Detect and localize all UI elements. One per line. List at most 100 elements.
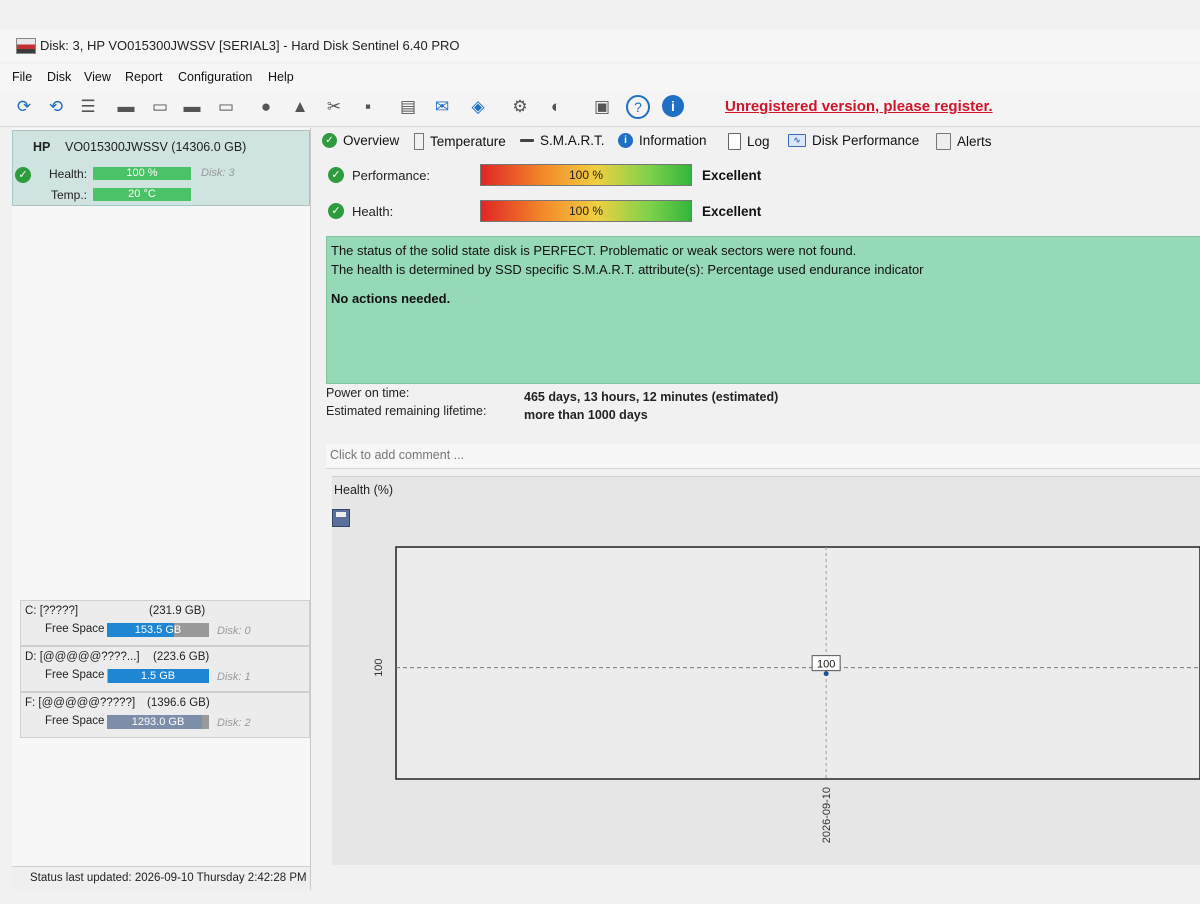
tab-disk-performance[interactable]: ∿ Disk Performance: [788, 133, 919, 148]
tab-information[interactable]: i Information: [618, 133, 707, 148]
partition-d[interactable]: D: [@@@@@????...] (223.6 GB) Free Space …: [20, 646, 310, 692]
partition-name: D: [@@@@@????...]: [25, 651, 140, 663]
power-on-label: Power on time:: [326, 386, 410, 400]
health-meter: 100 %: [480, 200, 692, 222]
thermometer-icon: [414, 133, 424, 150]
partition-disk-ref: Disk: 0: [217, 625, 251, 637]
plot-frame: [395, 546, 1200, 780]
x-tick-label: 2026-09-10: [821, 787, 833, 843]
menu-file[interactable]: File: [12, 70, 32, 84]
document-icon: [728, 133, 741, 150]
drive-icon[interactable]: ▬: [114, 95, 138, 119]
performance-meter: 100 %: [480, 164, 692, 186]
free-space-label: Free Space: [45, 623, 105, 635]
refresh-icon[interactable]: ⟳: [12, 95, 36, 119]
chart-icon: ∿: [788, 134, 806, 147]
partition-disk-ref: Disk: 1: [217, 671, 251, 683]
partition-name: C: [?????]: [25, 605, 79, 617]
comment-field[interactable]: Click to add comment ...: [326, 444, 1200, 469]
disk-list-pane: HP VO015300JWSSV (14306.0 GB) ✓ Health: …: [12, 128, 311, 890]
health-chart: 100 2026-09-10 100: [373, 546, 1200, 843]
partition-size: (223.6 GB): [153, 651, 210, 663]
title-bar: Disk: 3, HP VO015300JWSSV [SERIAL3] - Ha…: [0, 30, 1200, 62]
list-icon[interactable]: ☰: [76, 95, 100, 119]
status-line: The health is determined by SSD specific…: [331, 262, 924, 277]
performance-label: Performance:: [352, 168, 431, 183]
health-check-icon: ✓: [15, 167, 31, 183]
health-label: Health:: [49, 167, 88, 181]
minus-icon: [520, 139, 534, 142]
clipboard-icon: [936, 133, 951, 150]
tab-alerts[interactable]: Alerts: [936, 133, 992, 150]
register-link[interactable]: Unregistered version, please register.: [725, 98, 993, 115]
report-icon[interactable]: ▤: [396, 95, 420, 119]
data-label: 100: [817, 659, 835, 671]
free-space-label: Free Space: [45, 669, 105, 681]
status-line: The status of the solid state disk is PE…: [331, 243, 857, 258]
actions-text: No actions needed.: [331, 291, 451, 306]
tab-log[interactable]: Log: [728, 133, 770, 150]
check-icon: ✓: [322, 133, 337, 148]
gear-icon[interactable]: ⚙: [508, 95, 532, 119]
helmet-icon[interactable]: ●: [254, 95, 278, 119]
toolbar: ⟳ ⟲ ☰ ▬ ▭ ▬ ▭ ● ▲ ✂ ▪ ▤ ✉ ◈ ⚙ ◐ ▣ ? i Un…: [0, 90, 1200, 127]
status-panel: The status of the solid state disk is PE…: [326, 236, 1200, 384]
power-on-value: 465 days, 13 hours, 12 minutes (estimate…: [524, 390, 779, 404]
data-point: [823, 671, 829, 677]
window-title: Disk: 3, HP VO015300JWSSV [SERIAL3] - Ha…: [40, 38, 460, 53]
tab-bar: ✓ Overview Temperature S.M.A.R.T. i Inform…: [318, 128, 1200, 156]
health-check-icon: ✓: [328, 203, 344, 219]
free-space-bar: 1.5 GB: [107, 669, 209, 683]
app-icon: [16, 38, 36, 54]
health-bar: 100 %: [93, 167, 191, 180]
speaker-icon[interactable]: ◐: [544, 95, 568, 119]
disk-model: VO015300JWSSV (14306.0 GB): [65, 140, 247, 154]
y-tick-label: 100: [373, 658, 385, 676]
performance-check-icon: ✓: [328, 167, 344, 183]
partition-f[interactable]: F: [@@@@@?????] (1396.6 GB) Free Space 1…: [20, 692, 310, 738]
tools-icon[interactable]: ✂: [322, 95, 346, 119]
help-icon[interactable]: ?: [626, 95, 650, 119]
menu-report[interactable]: Report: [125, 70, 163, 84]
partition-disk-ref: Disk: 2: [217, 717, 251, 729]
camera-icon[interactable]: ▣: [590, 95, 614, 119]
free-space-bar: 153.5 GB: [107, 623, 209, 637]
drive-settings-icon[interactable]: ▭: [148, 95, 172, 119]
network-icon[interactable]: ◈: [466, 95, 490, 119]
free-space-label: Free Space: [45, 715, 105, 727]
info-icon: i: [618, 133, 633, 148]
free-space-bar: 1293.0 GB: [107, 715, 209, 729]
menu-view[interactable]: View: [84, 70, 111, 84]
status-bar: Status last updated: 2026-09-10 Thursday…: [12, 866, 310, 891]
drive-test-icon[interactable]: ▬: [180, 95, 204, 119]
partition-c[interactable]: C: [?????] (231.9 GB) Free Space 153.5 G…: [20, 600, 310, 646]
info-icon[interactable]: i: [662, 95, 684, 117]
temp-bar: 20 °C: [93, 188, 191, 201]
comment-placeholder: Click to add comment ...: [330, 448, 465, 462]
health-rating: Excellent: [702, 204, 762, 219]
partition-size: (231.9 GB): [149, 605, 206, 617]
usb-icon[interactable]: ▪: [356, 95, 380, 119]
partition-name: F: [@@@@@?????]: [25, 697, 136, 709]
disk-vendor: HP: [33, 140, 51, 154]
disk-ref: Disk: 3: [201, 167, 235, 179]
selected-disk-card[interactable]: HP VO015300JWSSV (14306.0 GB) ✓ Health: …: [12, 130, 310, 206]
warning-icon[interactable]: ▲: [288, 95, 312, 119]
drive-remove-icon[interactable]: ▭: [214, 95, 238, 119]
status-text: Status last updated: 2026-09-10 Thursday…: [30, 872, 307, 884]
partition-size: (1396.6 GB): [147, 697, 210, 709]
menu-configuration[interactable]: Configuration: [178, 70, 252, 84]
health-label: Health:: [352, 204, 394, 219]
tab-overview[interactable]: ✓ Overview: [322, 133, 399, 148]
menu-bar: File Disk View Report Configuration Help: [0, 64, 1200, 90]
tab-smart[interactable]: S.M.A.R.T.: [520, 133, 605, 148]
tab-temperature[interactable]: Temperature: [414, 133, 506, 150]
menu-help[interactable]: Help: [268, 70, 294, 84]
menu-disk[interactable]: Disk: [47, 70, 71, 84]
temp-label: Temp.:: [51, 188, 88, 202]
refresh-all-icon[interactable]: ⟲: [44, 95, 68, 119]
lifetime-value: more than 1000 days: [524, 408, 648, 422]
performance-rating: Excellent: [702, 168, 762, 183]
mail-icon[interactable]: ✉: [430, 95, 454, 119]
health-chart-panel: Health (%) 100 2026-09-10 100: [332, 476, 1200, 865]
